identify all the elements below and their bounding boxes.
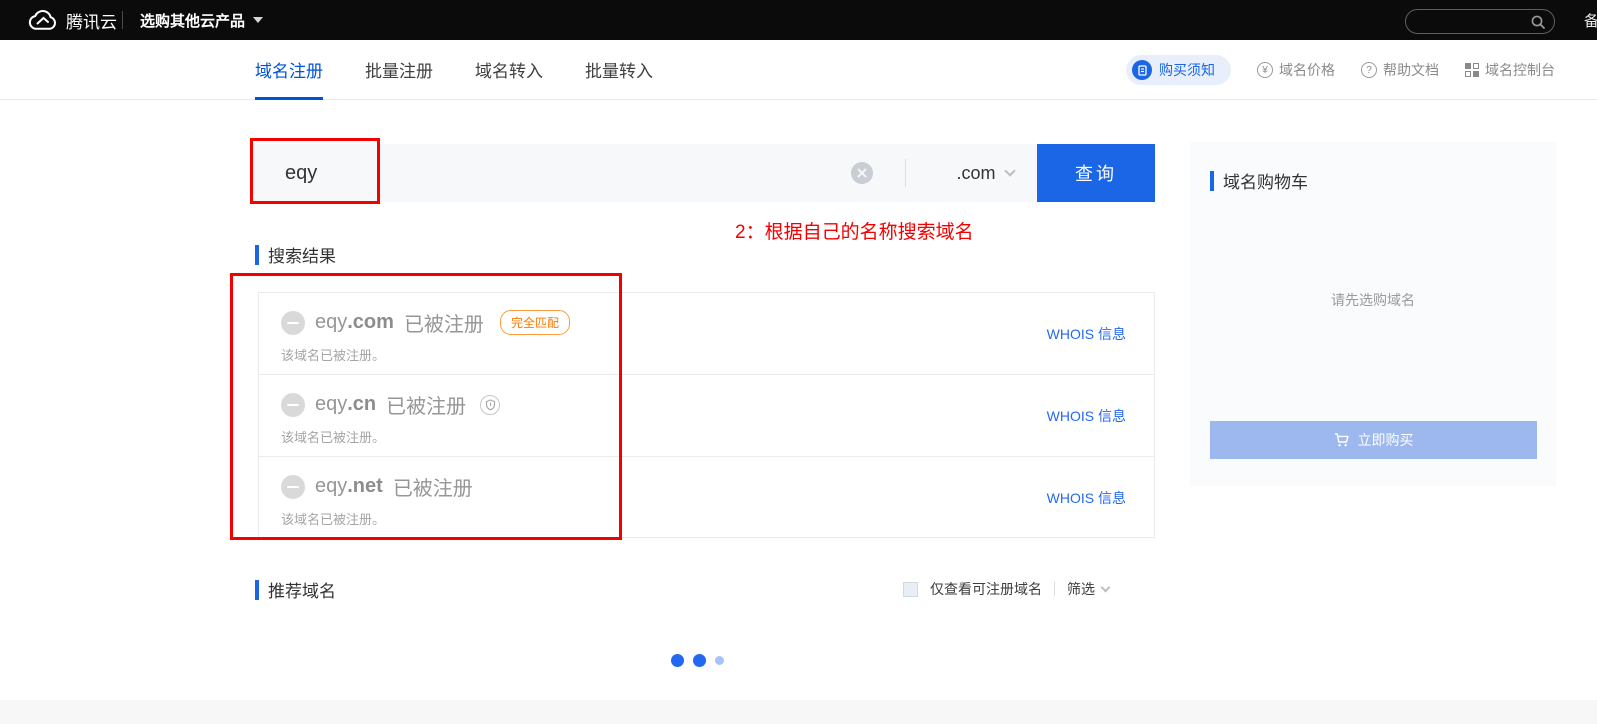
- domain-name: eqy.com: [315, 311, 394, 334]
- search-results-title: 搜索结果: [268, 242, 336, 267]
- tld-selected-value: .com: [956, 163, 995, 184]
- exact-match-badge: 完全匹配: [500, 310, 570, 335]
- nav-tabs: 域名注册 批量注册 域名转入 批量转入: [255, 40, 653, 100]
- help-docs-link[interactable]: ? 帮助文档: [1361, 60, 1439, 80]
- section-accent-bar: [255, 245, 259, 265]
- clear-input-icon[interactable]: [851, 162, 873, 184]
- recommend-header: 推荐域名: [255, 577, 336, 602]
- result-row-eqy-cn: eqy.cn 已被注册 该域名已被注册。 WHOIS 信息: [259, 375, 1154, 457]
- cart-header: 域名购物车: [1210, 168, 1308, 193]
- domain-status: 已被注册: [386, 390, 466, 419]
- result-title: eqy.net 已被注册: [281, 472, 1154, 501]
- domain-name: eqy.net: [315, 475, 383, 498]
- result-note: 该域名已被注册。: [281, 345, 1154, 364]
- tencent-cloud-logo[interactable]: 腾讯云: [28, 0, 117, 40]
- help-docs-label: 帮助文档: [1383, 60, 1439, 80]
- brand-name: 腾讯云: [66, 8, 117, 33]
- domain-search-bar: eqy .com 查询: [250, 144, 1155, 202]
- result-row-eqy-com: eqy.com 已被注册 完全匹配 该域名已被注册。 WHOIS 信息: [259, 293, 1154, 375]
- tab-domain-register[interactable]: 域名注册: [255, 40, 323, 100]
- top-bar: 腾讯云 选购其他云产品 备: [0, 0, 1597, 40]
- domain-console-label: 域名控制台: [1485, 60, 1555, 80]
- unavailable-minus-icon: [281, 475, 305, 499]
- filter-dropdown[interactable]: 筛选: [1067, 579, 1109, 599]
- result-note: 该域名已被注册。: [281, 427, 1154, 446]
- unavailable-minus-icon: [281, 311, 305, 335]
- tld-select[interactable]: .com: [933, 144, 1037, 202]
- recommend-controls: 仅查看可注册域名 筛选: [903, 578, 1109, 600]
- annotation-step-text: 2：根据自己的名称搜索域名: [735, 217, 974, 244]
- query-button[interactable]: 查询: [1037, 144, 1155, 202]
- loading-dots: [671, 654, 724, 667]
- chevron-down-icon: [1101, 583, 1111, 593]
- console-grid-icon: [1465, 63, 1479, 77]
- caret-down-icon: [253, 17, 263, 23]
- other-products-menu[interactable]: 选购其他云产品: [140, 0, 263, 40]
- result-title: eqy.com 已被注册 完全匹配: [281, 308, 1154, 337]
- search-input-value: eqy: [285, 144, 317, 202]
- domain-price-link[interactable]: ¥ 域名价格: [1257, 60, 1335, 80]
- tab-domain-transfer[interactable]: 域名转入: [475, 40, 543, 100]
- whois-link[interactable]: WHOIS 信息: [1047, 324, 1126, 344]
- chevron-down-icon: [1004, 165, 1015, 176]
- buy-notice-label: 购买须知: [1159, 60, 1215, 80]
- buy-notice-button[interactable]: 购买须知: [1126, 55, 1231, 85]
- only-available-label: 仅查看可注册域名: [930, 579, 1042, 599]
- cart-title: 域名购物车: [1223, 168, 1308, 193]
- result-row-eqy-net: eqy.net 已被注册 该域名已被注册。 WHOIS 信息: [259, 457, 1154, 537]
- result-title: eqy.cn 已被注册: [281, 390, 1154, 419]
- cloud-logo-icon: [28, 9, 58, 31]
- search-results-list: eqy.com 已被注册 完全匹配 该域名已被注册。 WHOIS 信息 eqy.…: [258, 292, 1155, 538]
- topbar-search-input[interactable]: [1405, 9, 1555, 34]
- footer-strip: [0, 700, 1597, 724]
- question-icon: ?: [1361, 62, 1377, 78]
- buy-now-label: 立即购买: [1358, 430, 1414, 450]
- shield-icon: [480, 395, 500, 415]
- domain-status: 已被注册: [404, 308, 484, 337]
- cart-empty-text: 请先选购域名: [1190, 290, 1556, 310]
- domain-status: 已被注册: [393, 472, 473, 501]
- search-results-header: 搜索结果: [255, 242, 336, 267]
- buy-now-button[interactable]: 立即购买: [1210, 421, 1537, 459]
- filter-label: 筛选: [1067, 579, 1095, 599]
- domain-console-link[interactable]: 域名控制台: [1465, 60, 1555, 80]
- domain-name: eqy.cn: [315, 393, 376, 416]
- nav-bar: 域名注册 批量注册 域名转入 批量转入 购买须知 ¥ 域名价格 ? 帮助文档 域…: [0, 40, 1597, 100]
- yen-icon: ¥: [1257, 62, 1273, 78]
- result-note: 该域名已被注册。: [281, 509, 1154, 528]
- loading-dot: [715, 656, 724, 665]
- whois-link[interactable]: WHOIS 信息: [1047, 488, 1126, 508]
- domain-price-label: 域名价格: [1279, 60, 1335, 80]
- loading-dot: [671, 654, 684, 667]
- nav-links: 购买须知 ¥ 域名价格 ? 帮助文档 域名控制台: [1126, 40, 1555, 100]
- whois-link[interactable]: WHOIS 信息: [1047, 406, 1126, 426]
- loading-dot: [693, 654, 706, 667]
- tab-batch-transfer[interactable]: 批量转入: [585, 40, 653, 100]
- tld-divider: [905, 159, 906, 187]
- domain-search-input[interactable]: eqy: [250, 144, 1037, 202]
- cart-icon: [1334, 433, 1350, 448]
- only-available-checkbox[interactable]: [903, 582, 918, 597]
- section-accent-bar: [1210, 171, 1214, 191]
- section-accent-bar: [255, 580, 259, 600]
- recommend-title: 推荐域名: [268, 577, 336, 602]
- topbar-divider: [122, 11, 123, 29]
- unavailable-minus-icon: [281, 393, 305, 417]
- tab-batch-register[interactable]: 批量注册: [365, 40, 433, 100]
- search-icon: [1530, 14, 1546, 30]
- domain-cart-panel: 域名购物车 请先选购域名 立即购买: [1190, 142, 1556, 486]
- product-menu-label: 选购其他云产品: [140, 10, 245, 31]
- controls-divider: [1054, 582, 1055, 596]
- beian-link[interactable]: 备: [1584, 0, 1597, 40]
- notice-doc-icon: [1132, 60, 1152, 80]
